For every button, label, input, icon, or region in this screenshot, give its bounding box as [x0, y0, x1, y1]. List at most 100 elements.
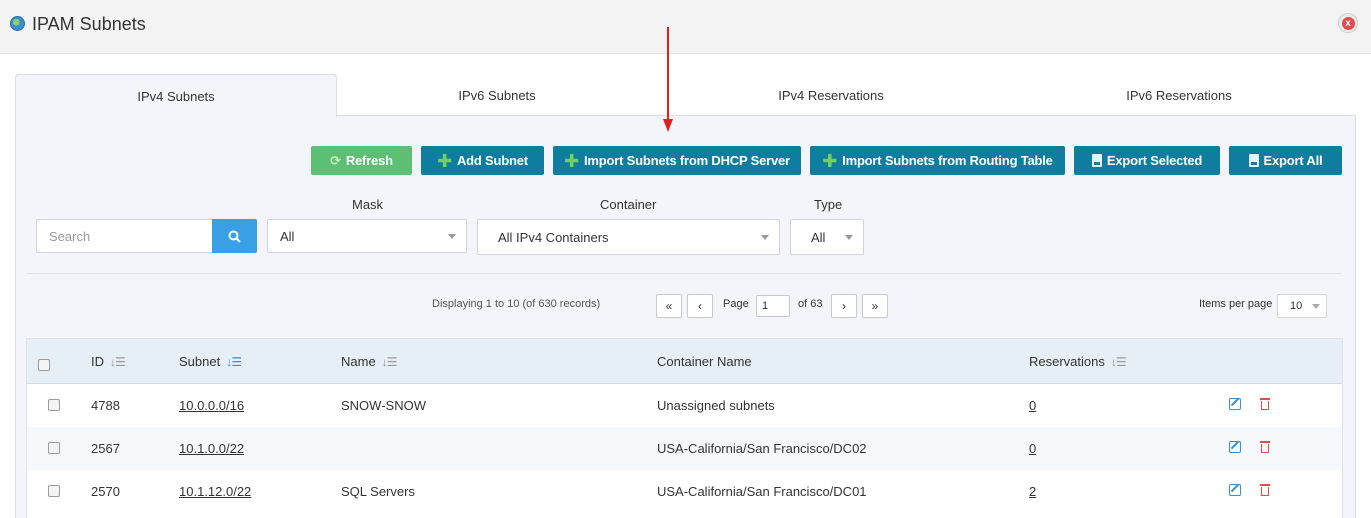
row-reservations-link[interactable]: 0 — [1029, 398, 1036, 413]
edit-icon[interactable] — [1229, 484, 1241, 496]
close-button[interactable]: x — [1338, 13, 1358, 33]
import-routing-button-label: Import Subnets from Routing Table — [842, 153, 1053, 168]
last-page-button[interactable]: » — [862, 294, 888, 318]
window-titlebar: IPAM Subnets x — [0, 0, 1371, 54]
divider — [27, 273, 1342, 274]
header-id[interactable]: ID ↓☰ — [91, 354, 126, 369]
table-row: 2570 10.1.12.0/22 SQL Servers USA-Califo… — [27, 470, 1342, 513]
row-subnet-link[interactable]: 10.0.0.0/16 — [179, 398, 244, 413]
tab-ipv4-reservations[interactable]: IPv4 Reservations — [657, 74, 1005, 116]
container-label: Container — [600, 197, 657, 212]
export-all-button-label: Export All — [1263, 153, 1323, 168]
mask-select-value: All — [280, 229, 295, 244]
search-button[interactable] — [212, 219, 257, 253]
edit-icon[interactable] — [1229, 441, 1241, 453]
refresh-button-label: Refresh — [345, 153, 393, 168]
header-name[interactable]: Name ↓☰ — [341, 354, 398, 369]
table-row: 4788 10.0.0.0/16 SNOW-SNOW Unassigned su… — [27, 384, 1342, 427]
header-reservations-label: Reservations — [1029, 354, 1105, 369]
row-checkbox[interactable] — [48, 399, 60, 411]
chevron-down-icon — [1312, 304, 1320, 309]
mask-select[interactable]: All — [267, 219, 467, 253]
sort-icon: ↓☰ — [1110, 354, 1127, 369]
document-icon — [1091, 154, 1102, 167]
tab-ipv6-reservations[interactable]: IPv6 Reservations — [1005, 74, 1353, 116]
subnets-table: ID ↓☰ Subnet ↓☰ Name ↓☰ Container Name R… — [26, 338, 1343, 518]
annotation-arrow — [663, 27, 673, 132]
items-per-page-select[interactable]: 10 — [1277, 294, 1327, 318]
trash-icon[interactable] — [1260, 398, 1270, 410]
container-select-value: All IPv4 Containers — [498, 230, 609, 245]
chevron-down-icon — [845, 235, 853, 240]
header-id-label: ID — [91, 354, 104, 369]
header-reservations[interactable]: Reservations ↓☰ — [1029, 354, 1127, 369]
trash-icon[interactable] — [1260, 484, 1270, 496]
import-dhcp-button-label: Import Subnets from DHCP Server — [583, 153, 790, 168]
export-selected-button-label: Export Selected — [1106, 153, 1203, 168]
document-icon — [1248, 154, 1259, 167]
pagination-info: Displaying 1 to 10 (of 630 records) — [432, 298, 601, 310]
row-id: 4788 — [91, 398, 120, 413]
row-reservations-link[interactable]: 2 — [1029, 484, 1036, 499]
table-row: 2567 10.1.0.0/22 USA-California/San Fran… — [27, 427, 1342, 470]
plus-icon: ✚ — [822, 150, 838, 171]
export-selected-button[interactable]: Export Selected — [1074, 146, 1220, 175]
items-per-page-value: 10 — [1290, 300, 1303, 312]
header-name-label: Name — [341, 354, 376, 369]
globe-icon — [10, 16, 25, 31]
header-container-name: Container Name — [657, 354, 752, 369]
next-page-button[interactable]: › — [831, 294, 857, 318]
page-input[interactable]: 1 — [756, 295, 790, 317]
tab-bar: IPv4 Subnets IPv6 Subnets IPv4 Reservati… — [15, 74, 1356, 117]
type-select-value: All — [811, 230, 826, 245]
page-label: Page — [723, 298, 749, 310]
header-container-label: Container Name — [657, 354, 752, 369]
close-icon: x — [1341, 16, 1355, 30]
search-input[interactable]: Search — [36, 219, 213, 253]
row-subnet-link[interactable]: 10.1.0.0/22 — [179, 441, 244, 456]
edit-icon[interactable] — [1229, 398, 1241, 410]
chevron-down-icon — [761, 235, 769, 240]
row-reservations-link[interactable]: 0 — [1029, 441, 1036, 456]
mask-label: Mask — [352, 197, 384, 212]
sort-icon: ↓☰ — [110, 354, 126, 369]
select-all-checkbox[interactable] — [38, 359, 50, 371]
first-page-button[interactable]: « — [656, 294, 682, 318]
page-total: of 63 — [798, 298, 823, 310]
plus-icon: ✚ — [437, 150, 452, 171]
items-per-page-label: Items per page — [1199, 298, 1273, 310]
refresh-button[interactable]: ⟳ Refresh — [311, 146, 412, 175]
header-subnet[interactable]: Subnet ↓☰ — [179, 354, 242, 369]
row-subnet-link[interactable]: 10.1.12.0/22 — [179, 484, 251, 499]
row-name: SNOW-SNOW — [341, 398, 426, 413]
tab-ipv6-subnets[interactable]: IPv6 Subnets — [337, 74, 657, 116]
trash-icon[interactable] — [1260, 441, 1270, 453]
type-select[interactable]: All — [790, 219, 864, 255]
sort-icon: ↓☰ — [226, 354, 242, 369]
sort-icon: ↓☰ — [381, 354, 398, 369]
import-routing-button[interactable]: ✚ Import Subnets from Routing Table — [810, 146, 1065, 175]
row-id: 2570 — [91, 484, 120, 499]
add-subnet-button[interactable]: ✚ Add Subnet — [421, 146, 544, 175]
row-container: USA-California/San Francisco/DC01 — [657, 484, 867, 499]
row-id: 2567 — [91, 441, 120, 456]
row-checkbox[interactable] — [48, 485, 60, 497]
row-name: SQL Servers — [341, 484, 415, 499]
window-title: IPAM Subnets — [32, 14, 146, 34]
export-all-button[interactable]: Export All — [1229, 146, 1342, 175]
tab-ipv4-subnets[interactable]: IPv4 Subnets — [15, 74, 337, 117]
refresh-icon: ⟳ — [330, 152, 341, 168]
search-icon — [228, 230, 241, 243]
import-dhcp-button[interactable]: ✚ Import Subnets from DHCP Server — [553, 146, 801, 175]
prev-page-button[interactable]: ‹ — [687, 294, 713, 318]
row-checkbox[interactable] — [48, 442, 60, 454]
table-header: ID ↓☰ Subnet ↓☰ Name ↓☰ Container Name R… — [27, 339, 1342, 384]
plus-icon: ✚ — [564, 150, 579, 171]
chevron-down-icon — [448, 234, 456, 239]
row-container: USA-California/San Francisco/DC02 — [657, 441, 867, 456]
header-subnet-label: Subnet — [179, 354, 221, 369]
type-label: Type — [814, 197, 843, 212]
row-container: Unassigned subnets — [657, 398, 775, 413]
container-select[interactable]: All IPv4 Containers — [477, 219, 780, 255]
add-subnet-button-label: Add Subnet — [456, 153, 528, 168]
